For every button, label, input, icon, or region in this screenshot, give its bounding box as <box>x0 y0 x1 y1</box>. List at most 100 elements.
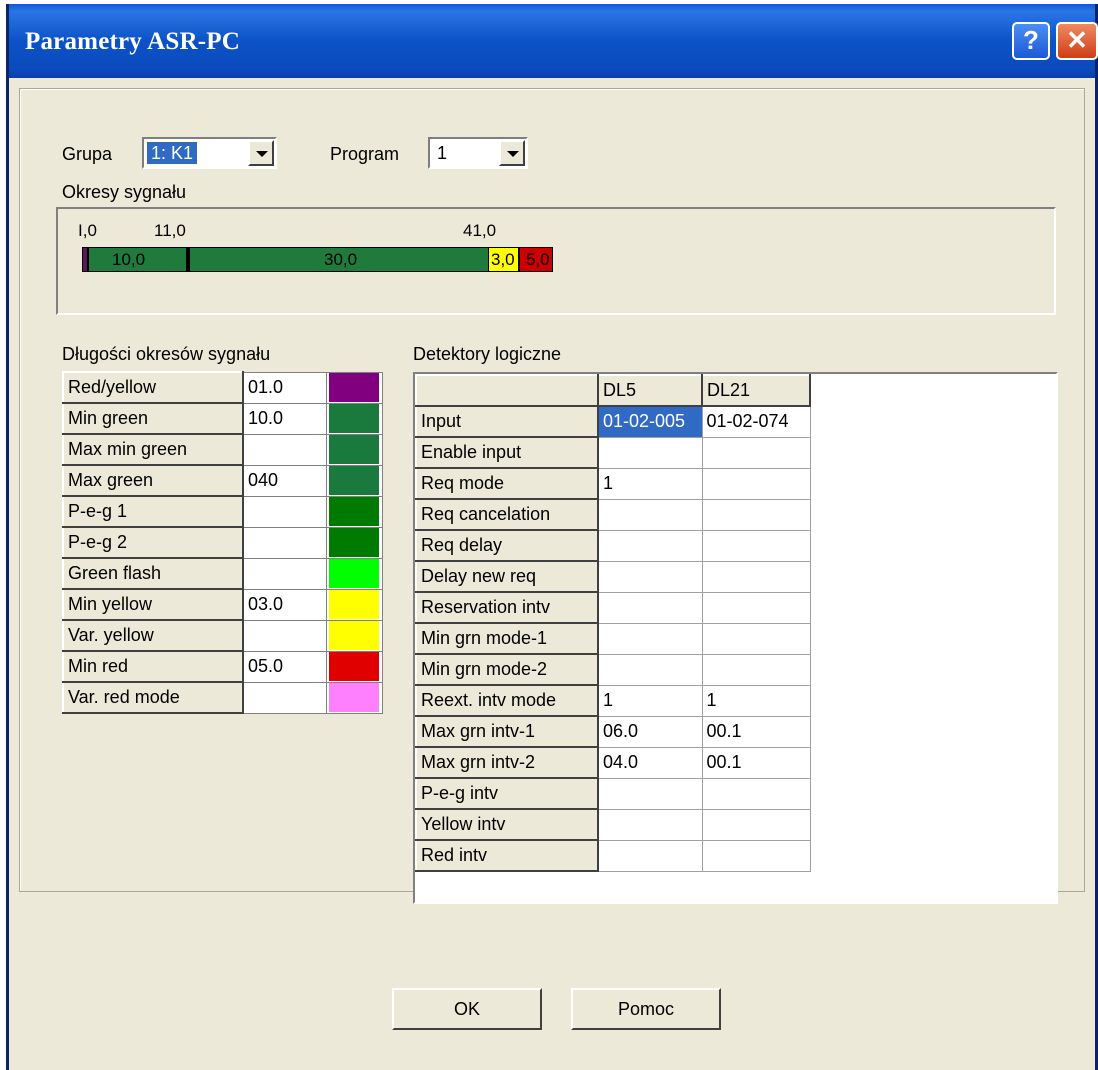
detector-row: Reext. intv mode 1 1 <box>415 684 811 717</box>
signal-row-name: P-e-g 2 <box>62 526 244 559</box>
detector-cell-dl5[interactable] <box>597 622 703 655</box>
detector-row-name[interactable]: Reservation intv <box>415 591 599 624</box>
detector-cell-dl5[interactable] <box>597 529 703 562</box>
detector-row: Req mode 1 <box>415 467 811 500</box>
group-select[interactable]: 1: K1 <box>142 137 277 169</box>
timeline-segment-label: 30,0 <box>324 250 358 269</box>
signal-row-value[interactable] <box>242 495 327 528</box>
signal-row-value[interactable] <box>242 433 327 466</box>
signal-color-swatch[interactable] <box>325 433 383 466</box>
detector-cell-dl21[interactable] <box>701 777 811 810</box>
color-swatch-fill <box>328 466 379 495</box>
detector-row-name[interactable]: Req cancelation <box>415 498 599 531</box>
signal-row-name: Max min green <box>62 433 244 466</box>
signal-row-value[interactable] <box>242 557 327 590</box>
timeline-segment-label: 10,0 <box>112 250 146 269</box>
detector-cell-dl21[interactable] <box>701 653 811 686</box>
column-header-dl21[interactable]: DL21 <box>701 374 811 407</box>
detector-cell-dl5[interactable]: 06.0 <box>597 715 703 748</box>
detector-row-name[interactable]: Req delay <box>415 529 599 562</box>
column-header-dl5[interactable]: DL5 <box>597 374 703 407</box>
detector-row-name[interactable]: Red intv <box>415 839 599 872</box>
signal-row-value[interactable]: 05.0 <box>242 650 327 683</box>
detector-cell-dl5[interactable]: 1 <box>597 467 703 500</box>
detector-cell-dl21[interactable]: 01-02-074 <box>701 405 811 438</box>
window-title: Parametry ASR-PC <box>25 28 240 55</box>
title-bar[interactable]: Parametry ASR-PC ? ✕ <box>9 4 1098 78</box>
signal-row-value[interactable]: 01.0 <box>242 371 327 404</box>
chevron-down-icon[interactable] <box>248 140 274 166</box>
close-title-button[interactable]: ✕ <box>1056 22 1098 60</box>
help-button[interactable]: Pomoc <box>571 988 721 1030</box>
detectors-grid-frame[interactable]: DL5 DL21 Input 01-02-005 01-02-074 Enable i… <box>413 372 1058 904</box>
signal-color-swatch[interactable] <box>325 681 383 714</box>
detector-row-name[interactable]: P-e-g intv <box>415 777 599 810</box>
signal-color-swatch[interactable] <box>325 526 383 559</box>
color-swatch-fill <box>328 683 379 712</box>
signal-row-value[interactable]: 03.0 <box>242 588 327 621</box>
detector-cell-dl5[interactable]: 1 <box>597 684 703 717</box>
signal-color-swatch[interactable] <box>325 371 383 404</box>
detector-cell-dl5[interactable]: 04.0 <box>597 746 703 779</box>
help-title-button[interactable]: ? <box>1012 22 1050 60</box>
detector-row-name[interactable]: Delay new req <box>415 560 599 593</box>
signal-color-swatch[interactable] <box>325 464 383 497</box>
detector-row: Red intv <box>415 839 811 872</box>
detector-cell-dl5[interactable] <box>597 591 703 624</box>
detector-row-name[interactable]: Min grn mode-2 <box>415 653 599 686</box>
signal-color-swatch[interactable] <box>325 588 383 621</box>
detector-row-name[interactable]: Max grn intv-2 <box>415 746 599 779</box>
periods-label: Okresy sygnału <box>62 182 187 202</box>
color-swatch-fill <box>328 435 379 464</box>
detector-cell-dl21[interactable]: 00.1 <box>701 746 811 779</box>
detector-cell-dl5[interactable] <box>597 560 703 593</box>
detector-row-name[interactable]: Reext. intv mode <box>415 684 599 717</box>
signal-row-name: Min red <box>62 650 244 683</box>
color-swatch-fill <box>328 528 379 557</box>
signal-row: Max min green <box>62 433 383 466</box>
detector-row-name[interactable]: Min grn mode-1 <box>415 622 599 655</box>
detector-row-name[interactable]: Max grn intv-1 <box>415 715 599 748</box>
detector-cell-dl21[interactable] <box>701 839 811 872</box>
detector-cell-dl21[interactable]: 1 <box>701 684 811 717</box>
detector-cell-dl5[interactable] <box>597 808 703 841</box>
detector-cell-dl21[interactable] <box>701 622 811 655</box>
signal-color-swatch[interactable] <box>325 495 383 528</box>
detector-cell-dl21[interactable] <box>701 808 811 841</box>
detector-cell-dl5[interactable] <box>597 839 703 872</box>
detector-cell-dl5[interactable] <box>597 777 703 810</box>
detector-row-name[interactable]: Yellow intv <box>415 808 599 841</box>
signal-row: P-e-g 2 <box>62 526 383 559</box>
detectors-label: Detektory logiczne <box>413 344 562 364</box>
detector-cell-dl21[interactable]: 00.1 <box>701 715 811 748</box>
chevron-down-icon[interactable] <box>499 140 525 166</box>
signal-row-value[interactable]: 040 <box>242 464 327 497</box>
program-select[interactable]: 1 <box>428 137 528 169</box>
detector-cell-dl5[interactable] <box>597 498 703 531</box>
detector-cell-dl21[interactable] <box>701 591 811 624</box>
signal-row: Var. red mode <box>62 681 383 714</box>
detector-cell-dl5[interactable] <box>597 436 703 469</box>
detector-cell-dl21[interactable] <box>701 529 811 562</box>
detector-row-name[interactable]: Enable input <box>415 436 599 469</box>
detector-cell-dl21[interactable] <box>701 560 811 593</box>
signal-color-swatch[interactable] <box>325 650 383 683</box>
signal-row-value[interactable] <box>242 681 327 714</box>
signal-color-swatch[interactable] <box>325 619 383 652</box>
detector-cell-dl5[interactable] <box>597 653 703 686</box>
signal-color-swatch[interactable] <box>325 557 383 590</box>
signal-row-value[interactable]: 10.0 <box>242 402 327 435</box>
signal-row-value[interactable] <box>242 619 327 652</box>
color-swatch-fill <box>328 559 379 588</box>
detector-cell-dl21[interactable] <box>701 436 811 469</box>
detector-cell-dl5[interactable]: 01-02-005 <box>597 405 703 438</box>
detector-cell-dl21[interactable] <box>701 467 811 500</box>
timeline-tick: 41,0 <box>463 221 497 240</box>
detector-row-name[interactable]: Input <box>415 405 599 438</box>
detector-cell-dl21[interactable] <box>701 498 811 531</box>
signal-color-swatch[interactable] <box>325 402 383 435</box>
signal-row-value[interactable] <box>242 526 327 559</box>
group-select-value: 1: K1 <box>145 141 199 165</box>
ok-button[interactable]: OK <box>392 988 542 1030</box>
detector-row-name[interactable]: Req mode <box>415 467 599 500</box>
